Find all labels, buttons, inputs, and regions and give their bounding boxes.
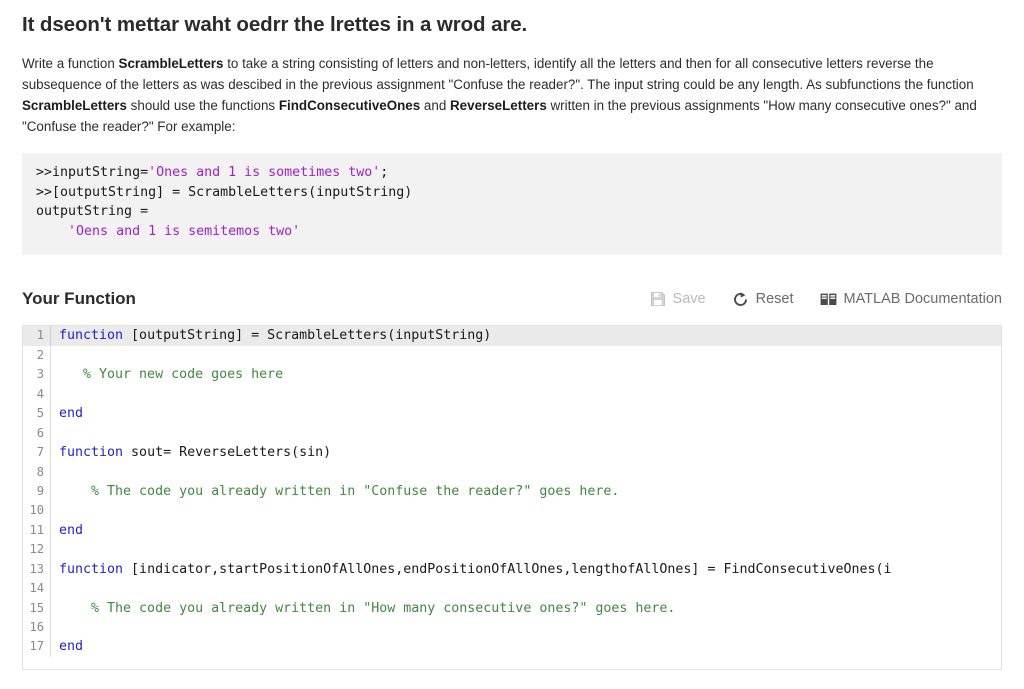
line-number: 17 xyxy=(23,637,51,656)
save-label: Save xyxy=(673,291,706,307)
line-number: 12 xyxy=(23,540,51,559)
reset-icon xyxy=(732,291,749,308)
your-function-title: Your Function xyxy=(22,289,136,309)
code-line[interactable]: 8 xyxy=(23,463,1001,482)
code-area[interactable]: 1function [outputString] = ScrambleLette… xyxy=(23,326,1001,656)
code-token: sout= ReverseLetters(sin) xyxy=(123,445,331,460)
code-token: [outputString] = ScrambleLetters(inputSt… xyxy=(123,328,491,343)
code-text[interactable] xyxy=(51,424,1001,443)
code-text[interactable] xyxy=(51,501,1001,520)
book-icon xyxy=(820,292,837,307)
code-text[interactable] xyxy=(51,540,1001,559)
string-literal: 'Ones and 1 is sometimes two' xyxy=(148,165,380,180)
console-text: >>[outputString] = ScrambleLetters(input… xyxy=(36,185,412,200)
keyword-token: function xyxy=(59,328,123,343)
editor-toolbar: Save Reset xyxy=(650,291,1002,308)
example-line: >>[outputString] = ScrambleLetters(input… xyxy=(36,183,1002,203)
code-text[interactable] xyxy=(51,385,1001,404)
emphasis-term: FindConsecutiveOnes xyxy=(279,98,420,113)
code-text[interactable]: function [indicator,startPositionOfAllOn… xyxy=(51,560,1001,579)
code-line[interactable]: 11 end xyxy=(23,521,1001,540)
your-function-header: Your Function Save xyxy=(22,285,1002,313)
page-title: It dseon't mettar waht oedrr the lrettes… xyxy=(0,0,1024,39)
line-number: 16 xyxy=(23,618,51,637)
description-text: should use the functions xyxy=(127,98,279,113)
code-line[interactable]: 7function sout= ReverseLetters(sin) xyxy=(23,443,1001,462)
line-number: 13 xyxy=(23,560,51,579)
keyword-token: end xyxy=(59,639,83,654)
code-line[interactable]: 4 xyxy=(23,385,1001,404)
line-number: 10 xyxy=(23,501,51,520)
problem-description: Write a function ScrambleLetters to take… xyxy=(0,39,1024,138)
line-number: 15 xyxy=(23,599,51,618)
code-text[interactable] xyxy=(51,346,1001,365)
code-token: [indicator,startPositionOfAllOnes,endPos… xyxy=(123,562,892,577)
reset-button[interactable]: Reset xyxy=(732,291,794,308)
code-text[interactable]: % The code you already written in "How m… xyxy=(51,599,1001,618)
example-line: 'Oens and 1 is semitemos two' xyxy=(36,222,1002,242)
code-text[interactable]: function sout= ReverseLetters(sin) xyxy=(51,443,1001,462)
code-line[interactable]: 2 xyxy=(23,346,1001,365)
keyword-token: function xyxy=(59,445,123,460)
line-number: 1 xyxy=(23,326,51,345)
keyword-token: end xyxy=(59,523,83,538)
keyword-token: function xyxy=(59,562,123,577)
code-text[interactable]: % The code you already written in "Confu… xyxy=(51,482,1001,501)
line-number: 8 xyxy=(23,463,51,482)
line-number: 9 xyxy=(23,482,51,501)
code-line[interactable]: 10 xyxy=(23,501,1001,520)
example-console-block: >>inputString='Ones and 1 is sometimes t… xyxy=(22,153,1002,255)
string-literal: 'Oens and 1 is semitemos two' xyxy=(68,224,300,239)
code-line[interactable]: 1function [outputString] = ScrambleLette… xyxy=(23,326,1001,345)
code-editor[interactable]: 1function [outputString] = ScrambleLette… xyxy=(22,325,1002,670)
code-text[interactable]: end xyxy=(51,521,1001,540)
keyword-token: end xyxy=(59,406,83,421)
emphasis-term: ReverseLetters xyxy=(450,98,547,113)
line-number: 7 xyxy=(23,443,51,462)
code-line[interactable]: 13function [indicator,startPositionOfAll… xyxy=(23,560,1001,579)
code-line[interactable]: 16 xyxy=(23,618,1001,637)
code-line[interactable]: 17 end xyxy=(23,637,1001,656)
code-line[interactable]: 9 % The code you already written in "Con… xyxy=(23,482,1001,501)
console-text xyxy=(36,224,68,239)
emphasis-term: ScrambleLetters xyxy=(119,56,224,71)
save-icon xyxy=(650,291,666,307)
code-text[interactable] xyxy=(51,463,1001,482)
code-line[interactable]: 3 % Your new code goes here xyxy=(23,365,1001,384)
line-number: 6 xyxy=(23,424,51,443)
line-number: 4 xyxy=(23,385,51,404)
emphasis-term: ScrambleLetters xyxy=(22,98,127,113)
code-line[interactable]: 6 xyxy=(23,424,1001,443)
comment-token: % The code you already written in "How m… xyxy=(59,601,675,616)
code-line[interactable]: 5 end xyxy=(23,404,1001,423)
comment-token: % The code you already written in "Confu… xyxy=(59,484,619,499)
code-line[interactable]: 15 % The code you already written in "Ho… xyxy=(23,599,1001,618)
matlab-documentation-button[interactable]: MATLAB Documentation xyxy=(820,291,1003,307)
code-text[interactable]: end xyxy=(51,404,1001,423)
save-button[interactable]: Save xyxy=(650,291,706,307)
line-number: 3 xyxy=(23,365,51,384)
code-line[interactable]: 14 xyxy=(23,579,1001,598)
console-text: outputString = xyxy=(36,204,148,219)
line-number: 2 xyxy=(23,346,51,365)
code-text[interactable]: end xyxy=(51,637,1001,656)
comment-token: % Your new code goes here xyxy=(59,367,283,382)
line-number: 11 xyxy=(23,521,51,540)
console-text: >>inputString= xyxy=(36,165,148,180)
code-line[interactable]: 12 xyxy=(23,540,1001,559)
reset-label: Reset xyxy=(756,291,794,307)
code-text[interactable]: function [outputString] = ScrambleLetter… xyxy=(51,326,1001,345)
description-text: Write a function xyxy=(22,56,119,71)
code-text[interactable] xyxy=(51,579,1001,598)
line-number: 14 xyxy=(23,579,51,598)
code-text[interactable] xyxy=(51,618,1001,637)
code-text[interactable]: % Your new code goes here xyxy=(51,365,1001,384)
description-text: and xyxy=(420,98,450,113)
line-number: 5 xyxy=(23,404,51,423)
example-line: >>inputString='Ones and 1 is sometimes t… xyxy=(36,163,1002,183)
console-text: ; xyxy=(380,165,388,180)
example-line: outputString = xyxy=(36,202,1002,222)
problem-page: It dseon't mettar waht oedrr the lrettes… xyxy=(0,0,1024,689)
matlab-documentation-label: MATLAB Documentation xyxy=(844,291,1003,307)
